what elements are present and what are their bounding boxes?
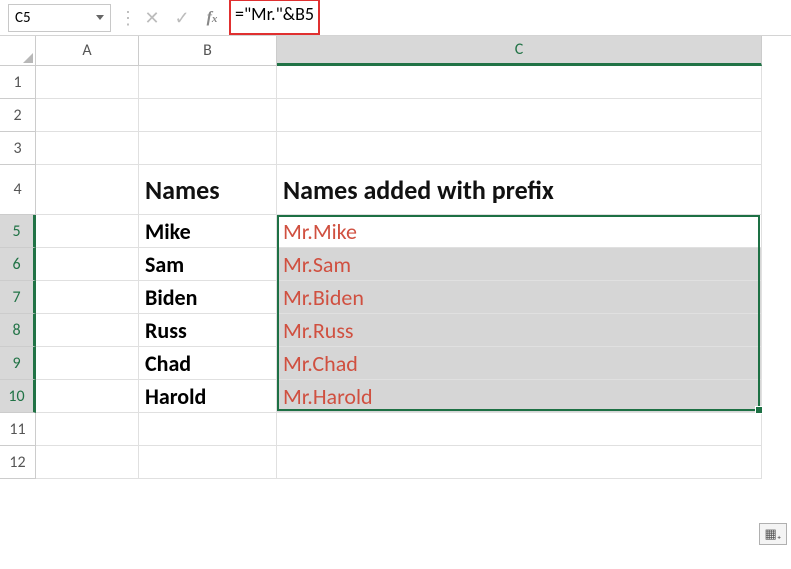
table-row xyxy=(36,132,791,165)
cell-C11[interactable] xyxy=(277,413,762,446)
cell-B4[interactable]: Names xyxy=(139,165,277,215)
table-row xyxy=(36,446,791,479)
column-header-b[interactable]: B xyxy=(139,36,277,66)
cell-C4[interactable]: Names added with prefix xyxy=(277,165,762,215)
row-header-3[interactable]: 3 xyxy=(0,132,36,165)
table-row: SamMr.Sam xyxy=(36,248,791,281)
cell-A8[interactable] xyxy=(36,314,139,347)
fx-icon[interactable]: fx xyxy=(197,9,227,27)
column-header-a[interactable]: A xyxy=(36,36,139,66)
cell-A12[interactable] xyxy=(36,446,139,479)
cell-A11[interactable] xyxy=(36,413,139,446)
separator-icon: ⋮ xyxy=(119,7,129,29)
column-headers: ABC xyxy=(36,36,791,66)
table-row: RussMr.Russ xyxy=(36,314,791,347)
row-header-9[interactable]: 9 xyxy=(0,347,36,380)
row-header-1[interactable]: 1 xyxy=(0,66,36,99)
cell-C12[interactable] xyxy=(277,446,762,479)
cell-A1[interactable] xyxy=(36,66,139,99)
cell-B3[interactable] xyxy=(139,132,277,165)
cell-A10[interactable] xyxy=(36,380,139,413)
cells-area[interactable]: NamesNames added with prefixMikeMr.MikeS… xyxy=(36,66,791,479)
cell-B6[interactable]: Sam xyxy=(139,248,277,281)
chevron-down-icon[interactable] xyxy=(96,15,104,20)
cell-A4[interactable] xyxy=(36,165,139,215)
formula-text: ="Mr."&B5 xyxy=(235,3,314,25)
formula-bar: C5 ⋮ ✕ ✓ fx ="Mr."&B5 xyxy=(0,0,791,36)
cell-C3[interactable] xyxy=(277,132,762,165)
row-header-4[interactable]: 4 xyxy=(0,165,36,215)
cell-A2[interactable] xyxy=(36,99,139,132)
spreadsheet-grid: 123456789101112 ABC NamesNames added wit… xyxy=(0,36,791,569)
row-header-6[interactable]: 6 xyxy=(0,248,36,281)
cell-C9[interactable]: Mr.Chad xyxy=(277,347,762,380)
cell-C7[interactable]: Mr.Biden xyxy=(277,281,762,314)
cell-A7[interactable] xyxy=(36,281,139,314)
table-row: HaroldMr.Harold xyxy=(36,380,791,413)
cell-B9[interactable]: Chad xyxy=(139,347,277,380)
cell-B1[interactable] xyxy=(139,66,277,99)
cell-C5[interactable]: Mr.Mike xyxy=(277,215,762,248)
cell-A9[interactable] xyxy=(36,347,139,380)
table-row: ChadMr.Chad xyxy=(36,347,791,380)
row-header-5[interactable]: 5 xyxy=(0,215,36,248)
cell-B8[interactable]: Russ xyxy=(139,314,277,347)
cell-A6[interactable] xyxy=(36,248,139,281)
table-row xyxy=(36,413,791,446)
cell-B5[interactable]: Mike xyxy=(139,215,277,248)
row-header-11[interactable]: 11 xyxy=(0,413,36,446)
cell-A3[interactable] xyxy=(36,132,139,165)
autofill-options-icon[interactable]: ▦₊ xyxy=(759,523,787,545)
select-all-corner[interactable] xyxy=(0,36,36,66)
cell-B12[interactable] xyxy=(139,446,277,479)
formula-input[interactable]: ="Mr."&B5 xyxy=(227,0,328,37)
table-row: BidenMr.Biden xyxy=(36,281,791,314)
formula-highlight: ="Mr."&B5 xyxy=(229,0,320,35)
row-header-2[interactable]: 2 xyxy=(0,99,36,132)
accept-formula-icon[interactable]: ✓ xyxy=(167,7,197,29)
cell-reference: C5 xyxy=(15,9,31,27)
column-header-c[interactable]: C xyxy=(277,36,762,66)
row-header-7[interactable]: 7 xyxy=(0,281,36,314)
row-header-12[interactable]: 12 xyxy=(0,446,36,479)
cell-C6[interactable]: Mr.Sam xyxy=(277,248,762,281)
cell-C2[interactable] xyxy=(277,99,762,132)
table-row: MikeMr.Mike xyxy=(36,215,791,248)
cell-A5[interactable] xyxy=(36,215,139,248)
cancel-formula-icon[interactable]: ✕ xyxy=(137,7,167,29)
cell-C10[interactable]: Mr.Harold xyxy=(277,380,762,413)
cell-B2[interactable] xyxy=(139,99,277,132)
name-box[interactable]: C5 xyxy=(8,4,111,32)
cell-B7[interactable]: Biden xyxy=(139,281,277,314)
table-row xyxy=(36,66,791,99)
cell-C1[interactable] xyxy=(277,66,762,99)
row-header-8[interactable]: 8 xyxy=(0,314,36,347)
cell-C8[interactable]: Mr.Russ xyxy=(277,314,762,347)
row-header-10[interactable]: 10 xyxy=(0,380,36,413)
table-row: NamesNames added with prefix xyxy=(36,165,791,215)
table-row xyxy=(36,99,791,132)
row-headers: 123456789101112 xyxy=(0,66,36,479)
cell-B10[interactable]: Harold xyxy=(139,380,277,413)
cell-B11[interactable] xyxy=(139,413,277,446)
